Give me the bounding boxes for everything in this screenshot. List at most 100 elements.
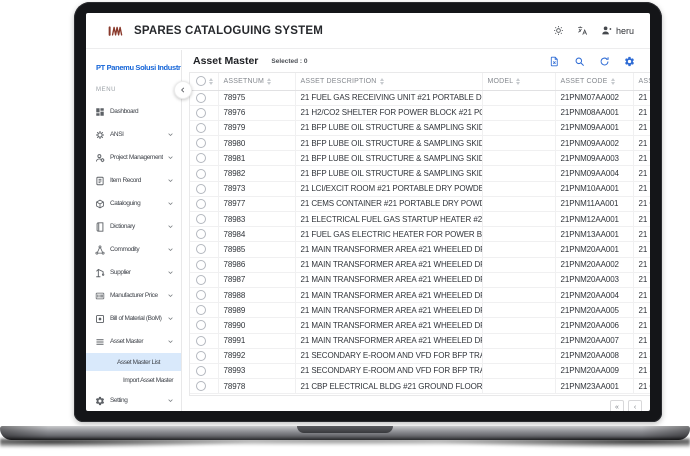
table-row[interactable]: 78981 21 BFP LUBE OIL STRUCTURE & SAMPLI…: [190, 150, 650, 167]
extra-cell: 21 M: [633, 302, 650, 319]
row-checkbox[interactable]: [196, 335, 206, 346]
sort-icon[interactable]: [267, 77, 271, 85]
topbar-actions: heru: [553, 25, 634, 36]
row-checkbox[interactable]: [196, 122, 206, 133]
table-row[interactable]: 78985 21 MAIN TRANSFORMER AREA #21 WHEEL…: [190, 241, 650, 258]
table-row[interactable]: 78977 21 CEMS CONTAINER #21 PORTABLE DRY…: [190, 196, 650, 213]
row-checkbox[interactable]: [196, 198, 206, 209]
table-row[interactable]: 78987 21 MAIN TRANSFORMER AREA #21 WHEEL…: [190, 272, 650, 288]
sidebar-item-dictionary[interactable]: Dictionary: [86, 215, 181, 238]
row-checkbox[interactable]: [196, 244, 206, 255]
sidebar: PT Panemu Solusi Industri MENU Dashboard: [86, 50, 182, 411]
table-row[interactable]: 78988 21 MAIN TRANSFORMER AREA #21 WHEEL…: [190, 287, 650, 304]
sidebar-item-bom[interactable]: Bill of Material (BoM): [86, 307, 181, 330]
row-checkbox[interactable]: [196, 229, 206, 240]
user-menu[interactable]: heru: [601, 25, 634, 36]
table-row[interactable]: 78990 21 MAIN TRANSFORMER AREA #21 WHEEL…: [190, 317, 650, 334]
table-row[interactable]: 78973 21 LCI/EXCIT ROOM #21 PORTABLE DRY…: [190, 181, 650, 197]
sort-icon[interactable]: [516, 77, 521, 85]
sidebar-item-supplier[interactable]: Supplier: [86, 261, 181, 284]
row-checkbox[interactable]: [196, 138, 206, 149]
sidebar-item-import-asset-master[interactable]: Import Asset Master: [86, 371, 181, 389]
chevron-down-icon: [167, 246, 174, 253]
select-all-checkbox[interactable]: [196, 76, 206, 87]
table-row[interactable]: 78978 21 CBP ELECTRICAL BLDG #21 GROUND …: [190, 378, 650, 395]
description-cell: 21 SECONDARY E-ROOM AND VFD FOR BFP TRAN…: [295, 348, 483, 364]
sidebar-item-asset-master-list[interactable]: Asset Master List: [86, 353, 181, 371]
row-checkbox[interactable]: [196, 153, 206, 164]
content-header: Asset Master Selected : 0: [182, 50, 650, 72]
sidebar-item-item-record[interactable]: Item Record: [86, 169, 181, 192]
user-icon: [601, 25, 612, 36]
row-checkbox[interactable]: [196, 320, 206, 331]
table-row[interactable]: 78975 21 FUEL GAS RECEIVING UNIT #21 POR…: [190, 90, 650, 106]
export-file-icon[interactable]: [549, 56, 560, 67]
column-header[interactable]: ASSE: [633, 73, 650, 91]
column-label: ASSET CODE: [560, 77, 608, 85]
sidebar-item-asset-master[interactable]: Asset Master: [86, 330, 181, 353]
row-checkbox[interactable]: [196, 107, 206, 118]
sidebar-item-cataloguing[interactable]: Cataloguing: [86, 192, 181, 215]
search-icon[interactable]: [574, 56, 585, 67]
table-row[interactable]: 78993 21 SECONDARY E-ROOM AND VFD FOR BF…: [190, 363, 650, 380]
row-checkbox[interactable]: [196, 274, 206, 285]
refresh-icon[interactable]: [599, 56, 610, 67]
sort-icon[interactable]: [379, 77, 384, 85]
chevron-down-icon: [167, 200, 174, 207]
sidebar-item-setting[interactable]: Setting: [86, 389, 181, 411]
settings-icon[interactable]: [624, 56, 635, 67]
table-row[interactable]: 78991 21 MAIN TRANSFORMER AREA #21 WHEEL…: [190, 333, 650, 349]
row-checkbox[interactable]: [196, 168, 206, 179]
assetnum-cell: 78985: [218, 241, 296, 258]
extra-cell: 21 H2: [633, 105, 650, 121]
table-row[interactable]: 78983 21 ELECTRICAL FUEL GAS STARTUP HEA…: [190, 211, 650, 228]
extra-cell: 21 M: [633, 317, 650, 334]
sidebar-item-label: Commodity: [110, 246, 140, 253]
column-header[interactable]: MODEL: [482, 73, 556, 91]
table-row[interactable]: 78984 21 FUEL GAS ELECTRIC HEATER FOR PO…: [190, 226, 650, 243]
assetnum-cell: 78988: [218, 287, 296, 304]
sidebar-item-manufacturer-price[interactable]: Manufacturer Price: [86, 284, 181, 307]
sun-icon[interactable]: [553, 25, 564, 36]
sidebar-item-commodity[interactable]: Commodity: [86, 238, 181, 261]
model-cell: [482, 257, 556, 273]
row-checkbox[interactable]: [196, 259, 206, 270]
table-row[interactable]: 78980 21 BFP LUBE OIL STRUCTURE & SAMPLI…: [190, 135, 650, 152]
sort-icon[interactable]: [610, 77, 615, 85]
row-checkbox[interactable]: [196, 365, 206, 376]
sidebar-item-label: Manufacturer Price: [110, 292, 158, 299]
sidebar-collapse-button[interactable]: [174, 81, 192, 99]
asset-table-container: ASSETNUM ASSET DESCRIPTION MODEL ASSET C…: [189, 72, 650, 396]
column-header[interactable]: ASSET DESCRIPTION: [295, 73, 483, 91]
row-checkbox[interactable]: [196, 183, 206, 194]
column-header[interactable]: ASSETNUM: [218, 73, 296, 91]
row-checkbox[interactable]: [196, 214, 206, 225]
app-screen: SPARES CATALOGUING SYSTEM heru PT Panemu…: [86, 13, 650, 411]
table-row[interactable]: 78982 21 BFP LUBE OIL STRUCTURE & SAMPLI…: [190, 165, 650, 182]
description-cell: 21 FUEL GAS RECEIVING UNIT #21 PORTABLE …: [295, 90, 483, 106]
sidebar-item-label: Setting: [110, 397, 128, 404]
table-row[interactable]: 78976 21 H2/CO2 SHELTER FOR POWER BLOCK …: [190, 105, 650, 121]
table-row[interactable]: 78979 21 BFP LUBE OIL STRUCTURE & SAMPLI…: [190, 120, 650, 137]
column-header[interactable]: ASSET CODE: [555, 73, 634, 91]
table-row[interactable]: 78989 21 MAIN TRANSFORMER AREA #21 WHEEL…: [190, 302, 650, 319]
row-checkbox[interactable]: [196, 305, 206, 316]
prev-page-button[interactable]: ‹: [628, 400, 642, 411]
first-page-button[interactable]: «: [610, 400, 624, 411]
sidebar-item-ansi[interactable]: ANSI: [86, 123, 181, 146]
sidebar-item-project-management[interactable]: Project Management: [86, 146, 181, 169]
sidebar-item-label: ANSI: [110, 131, 124, 138]
translate-icon[interactable]: [577, 25, 588, 36]
sidebar-item-dashboard[interactable]: Dashboard: [86, 100, 181, 123]
table-row[interactable]: 78986 21 MAIN TRANSFORMER AREA #21 WHEEL…: [190, 257, 650, 273]
row-checkbox[interactable]: [196, 381, 206, 392]
extra-cell: 21 BF: [633, 120, 650, 137]
organization-name: PT Panemu Solusi Industri: [96, 63, 182, 72]
row-checkbox[interactable]: [196, 290, 206, 301]
row-checkbox[interactable]: [196, 350, 206, 361]
table-row[interactable]: 78992 21 SECONDARY E-ROOM AND VFD FOR BF…: [190, 348, 650, 364]
select-all-header[interactable]: [190, 73, 219, 91]
row-checkbox[interactable]: [196, 92, 206, 103]
model-cell: [482, 196, 556, 213]
model-cell: [482, 226, 556, 243]
